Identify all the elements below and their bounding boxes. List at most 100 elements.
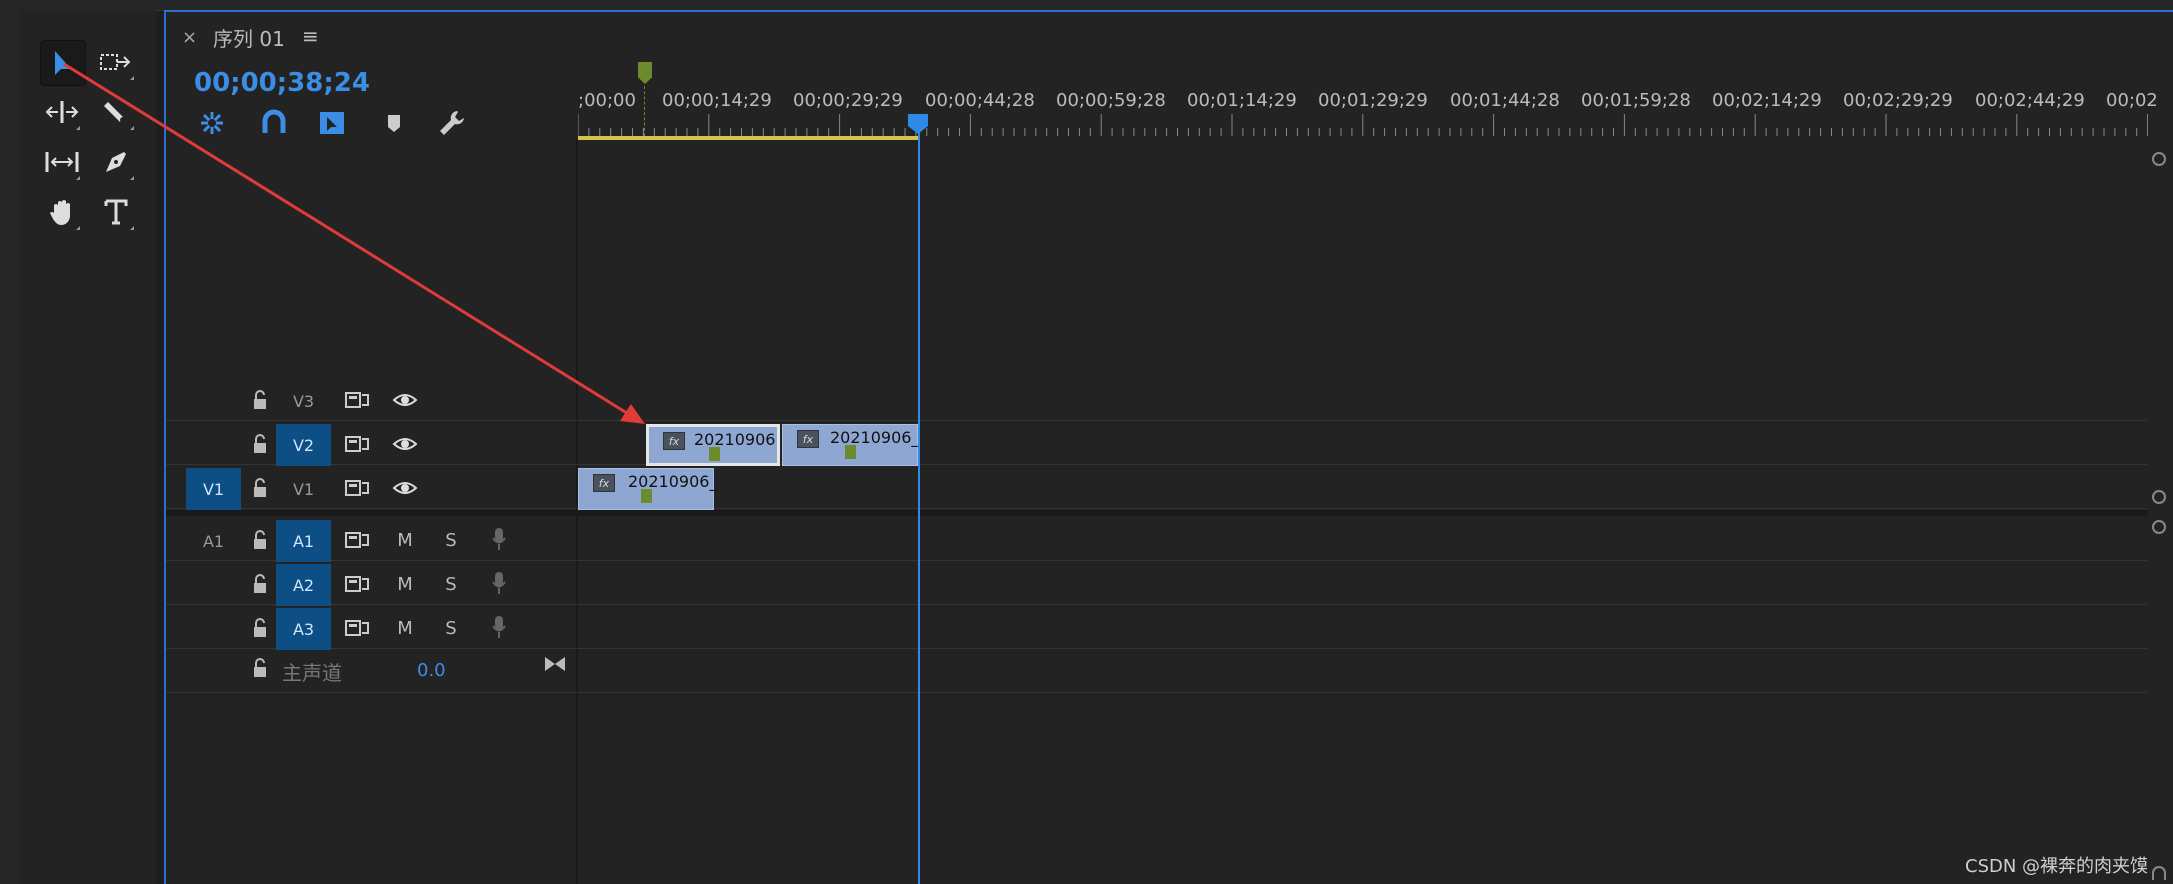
microphone-icon (492, 616, 506, 638)
sync-lock-icon (345, 532, 369, 548)
linked-selection-button[interactable] (314, 108, 350, 138)
clip-marker (641, 489, 652, 503)
selection-arrow-icon (55, 51, 71, 75)
selection-tool-button[interactable] (40, 40, 86, 86)
lock-icon (254, 574, 266, 593)
pen-tool-button[interactable] (94, 140, 138, 184)
vertical-scrollbar[interactable] (2150, 140, 2173, 884)
sync-lock-a2[interactable] (344, 572, 370, 596)
hand-tool-button[interactable] (40, 190, 84, 234)
track-target-v2[interactable]: V2 (276, 424, 331, 466)
voiceover-a1-button[interactable] (488, 526, 510, 552)
tools-panel (20, 10, 156, 884)
video-audio-divider (166, 510, 2148, 516)
clip-v2-1[interactable]: fx 20210906 (646, 424, 780, 466)
snap-button[interactable] (256, 108, 292, 138)
toggle-output-v1[interactable] (390, 476, 420, 500)
track-target-a3[interactable]: A3 (276, 608, 331, 650)
source-patch-a1[interactable]: A1 (186, 520, 241, 562)
scroll-handle-audio-top[interactable] (2152, 520, 2166, 534)
scroll-handle-bottom[interactable] (2152, 866, 2166, 880)
eye-icon (392, 482, 418, 494)
track-lock-v2[interactable] (248, 432, 272, 456)
ruler-label: 00;00;44;28 (925, 90, 1035, 111)
ruler-label: 00;02;14;29 (1712, 90, 1822, 111)
clip-marker (845, 445, 856, 459)
mute-a2-button[interactable]: M (394, 572, 416, 596)
scroll-handle-video-bottom[interactable] (2152, 490, 2166, 504)
lock-icon (254, 434, 266, 453)
lock-icon (254, 478, 266, 497)
ruler-label: 00;00;29;29 (793, 90, 903, 111)
track-lock-master[interactable] (248, 656, 272, 680)
track-row-a3 (166, 606, 2148, 649)
clip-v2-2[interactable]: fx 20210906_ (782, 424, 919, 466)
track-target-v1[interactable]: V1 (276, 468, 331, 510)
sync-lock-v3[interactable] (344, 388, 370, 412)
clip-v1-1[interactable]: fx 20210906_ (578, 468, 717, 510)
sequence-tab-title[interactable]: 序列 01 (213, 23, 285, 52)
sync-lock-icon (345, 392, 369, 408)
track-lock-a2[interactable] (248, 572, 272, 596)
sync-lock-a1[interactable] (344, 528, 370, 552)
scroll-handle-top[interactable] (2152, 152, 2166, 166)
voiceover-a3-button[interactable] (488, 614, 510, 640)
watermark: CSDN @裸奔的肉夹馍 (1965, 856, 2149, 877)
pen-icon (106, 152, 126, 172)
sync-lock-a3[interactable] (344, 616, 370, 640)
track-select-icon (100, 54, 131, 70)
ruler-label: 00;02;29;29 (1843, 90, 1953, 111)
voiceover-a2-button[interactable] (488, 570, 510, 596)
ripple-edit-icon (45, 101, 79, 123)
track-select-tool-button[interactable] (94, 40, 138, 84)
sync-lock-v1[interactable] (344, 476, 370, 500)
mute-a1-button[interactable]: M (394, 528, 416, 552)
track-row-v2 (166, 422, 2148, 465)
fx-badge: fx (593, 474, 615, 492)
playhead-line[interactable] (918, 122, 920, 884)
sync-lock-v2[interactable] (344, 432, 370, 456)
track-target-a2[interactable]: A2 (276, 564, 331, 606)
playhead-timecode[interactable]: 00;00;38;24 (194, 68, 370, 98)
slip-tool-button[interactable] (40, 140, 84, 184)
master-volume-value[interactable]: 0.0 (417, 660, 446, 681)
razor-tool-button[interactable] (94, 90, 138, 134)
type-tool-button[interactable] (94, 190, 138, 234)
mute-a3-button[interactable]: M (394, 616, 416, 640)
solo-a2-button[interactable]: S (440, 572, 462, 596)
go-to-edit-point-button[interactable] (542, 652, 568, 676)
fx-badge: fx (663, 432, 685, 450)
marker-icon (388, 115, 400, 132)
work-area-bar[interactable] (578, 136, 918, 140)
lock-icon (254, 618, 266, 637)
sync-lock-icon (345, 576, 369, 592)
track-target-v3[interactable]: V3 (276, 380, 331, 422)
timeline-settings-button[interactable] (434, 108, 470, 138)
clip-marker (709, 447, 720, 461)
toggle-output-v3[interactable] (390, 388, 420, 412)
solo-a1-button[interactable]: S (440, 528, 462, 552)
track-lock-v3[interactable] (248, 388, 272, 412)
source-patch-v1[interactable]: V1 (186, 468, 241, 510)
type-icon (104, 199, 128, 225)
ruler-label: 00;02;44;29 (1975, 90, 2085, 111)
panel-menu-icon[interactable]: ≡ (302, 24, 319, 48)
track-lock-a3[interactable] (248, 616, 272, 640)
lock-icon (254, 530, 266, 549)
insert-nest-button[interactable] (194, 108, 230, 138)
slip-icon (45, 152, 79, 172)
eye-icon (392, 394, 418, 406)
track-target-a1[interactable]: A1 (276, 520, 331, 562)
track-lock-a1[interactable] (248, 528, 272, 552)
solo-a3-button[interactable]: S (440, 616, 462, 640)
add-marker-button[interactable] (376, 108, 412, 138)
sync-lock-icon (345, 480, 369, 496)
left-edge (0, 0, 20, 884)
toggle-output-v2[interactable] (390, 432, 420, 456)
ripple-edit-tool-button[interactable] (40, 90, 84, 134)
track-lock-v1[interactable] (248, 476, 272, 500)
ruler-label: 00;01;14;29 (1187, 90, 1297, 111)
track-row-a1 (166, 518, 2148, 561)
marker-guide-line (644, 86, 645, 136)
close-tab-button[interactable]: × (182, 27, 197, 48)
